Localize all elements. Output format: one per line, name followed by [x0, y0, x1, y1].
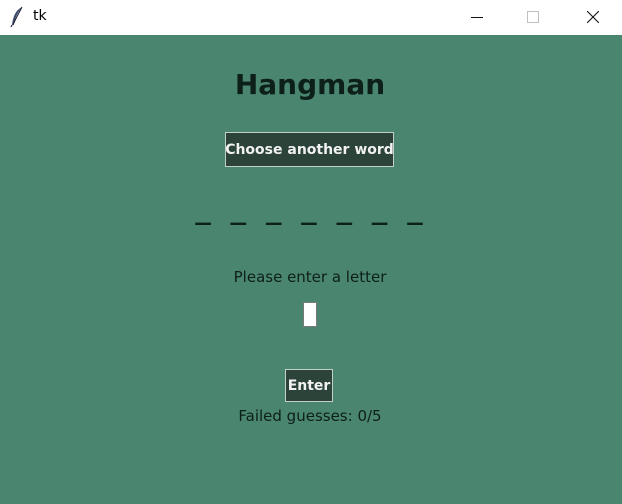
- game-title: Hangman: [234, 68, 386, 101]
- close-icon: [586, 8, 600, 27]
- hangman-window: tk Hangman Choose another word _ _ _ _ _…: [0, 0, 622, 504]
- minimize-icon: [471, 8, 483, 27]
- enter-button[interactable]: Enter: [285, 369, 333, 402]
- close-button[interactable]: [570, 0, 616, 35]
- window-title: tk: [33, 8, 47, 24]
- failed-guesses-counter: Failed guesses: 0/5: [238, 407, 382, 425]
- maximize-button[interactable]: [510, 0, 556, 35]
- word-mask: _ _ _ _ _ _ _: [195, 196, 425, 226]
- maximize-icon: [527, 8, 539, 27]
- minimize-button[interactable]: [454, 0, 500, 35]
- feather-icon: [9, 6, 25, 28]
- choose-another-word-button[interactable]: Choose another word: [225, 132, 394, 167]
- letter-input[interactable]: [303, 302, 317, 327]
- letter-prompt: Please enter a letter: [233, 268, 387, 286]
- title-bar: tk: [0, 0, 622, 35]
